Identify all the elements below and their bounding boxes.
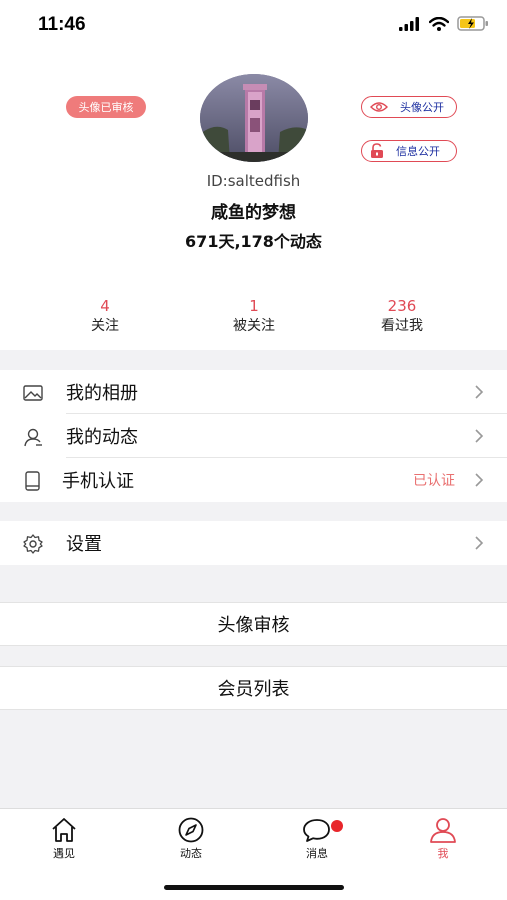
cellular-signal-icon [399, 16, 419, 31]
user-id: ID:saltedfish [206, 172, 301, 190]
menu-item-phone-verify[interactable]: 手机认证 已认证 [0, 458, 507, 502]
phone-icon [25, 471, 40, 491]
avatar-audit-badge: 头像已审核 [66, 96, 146, 118]
stat-followers-value: 1 [249, 297, 259, 315]
avatar-audit-badge-label: 头像已审核 [78, 101, 134, 114]
unread-badge-dot [331, 820, 343, 832]
stat-visitors-value: 236 [387, 297, 417, 315]
chevron-right-icon [475, 429, 484, 443]
tab-encounter[interactable]: 遇见 [29, 817, 99, 861]
chat-icon [303, 819, 330, 842]
phone-verified-status: 已认证 [413, 473, 455, 489]
stat-followers-label: 被关注 [233, 318, 275, 334]
profile-header: 头像已审核 头像公开 信息公开 ID:saltedfish 咸鱼的梦想 671天… [0, 50, 507, 350]
eye-icon [370, 102, 388, 112]
stat-following[interactable]: 4 关注 [45, 296, 165, 336]
stat-following-label: 关注 [91, 318, 119, 334]
wifi-icon [429, 16, 449, 31]
status-bar: 11:46 [0, 0, 507, 50]
home-indicator [164, 885, 344, 890]
menu-item-settings-label: 设置 [66, 534, 102, 555]
menu-item-moments[interactable]: 我的动态 [0, 414, 507, 458]
member-list-button[interactable]: 会员列表 [0, 666, 507, 710]
menu-item-album[interactable]: 我的相册 [0, 370, 507, 414]
avatar-public-toggle[interactable]: 头像公开 [361, 96, 457, 118]
stat-followers[interactable]: 1 被关注 [194, 296, 314, 336]
tab-me[interactable]: 我 [408, 817, 478, 861]
avatar-image [200, 74, 308, 162]
stat-visitors[interactable]: 236 看过我 [342, 296, 462, 336]
photo-icon [23, 385, 43, 401]
info-public-label: 信息公开 [396, 145, 440, 158]
avatar[interactable] [200, 74, 308, 162]
avatar-public-label: 头像公开 [400, 101, 444, 114]
tab-encounter-label: 遇见 [53, 847, 75, 860]
stat-following-value: 4 [100, 297, 110, 315]
user-icon [24, 428, 42, 447]
status-time: 11:46 [38, 14, 86, 35]
profile-summary: 671天,178个动态 [185, 232, 322, 251]
tab-me-label: 我 [437, 847, 449, 860]
unlock-icon [371, 143, 383, 158]
tab-moments[interactable]: 动态 [156, 817, 226, 861]
person-icon [430, 818, 456, 843]
chevron-right-icon [475, 536, 484, 550]
chevron-right-icon [475, 473, 484, 487]
tab-moments-label: 动态 [180, 847, 202, 860]
info-public-toggle[interactable]: 信息公开 [361, 140, 457, 162]
tab-messages[interactable]: 消息 [282, 817, 352, 861]
menu-item-settings[interactable]: 设置 [0, 521, 507, 565]
chevron-right-icon [475, 385, 484, 399]
menu-item-moments-label: 我的动态 [66, 427, 138, 448]
menu-item-phone-verify-label: 手机认证 [62, 471, 134, 492]
avatar-review-label: 头像审核 [217, 615, 290, 636]
tab-messages-label: 消息 [306, 847, 328, 860]
stat-visitors-label: 看过我 [381, 318, 423, 334]
nickname: 咸鱼的梦想 [211, 203, 296, 223]
battery-icon [457, 16, 488, 31]
compass-icon [178, 817, 204, 843]
menu-group-main: 我的相册 我的动态 手机认证 已认证 [0, 370, 507, 502]
menu-group-settings: 设置 [0, 521, 507, 565]
member-list-label: 会员列表 [217, 679, 290, 700]
menu-item-album-label: 我的相册 [66, 383, 138, 404]
gear-icon [23, 534, 43, 554]
avatar-review-button[interactable]: 头像审核 [0, 602, 507, 646]
status-icons [399, 16, 489, 31]
home-icon [52, 818, 76, 842]
